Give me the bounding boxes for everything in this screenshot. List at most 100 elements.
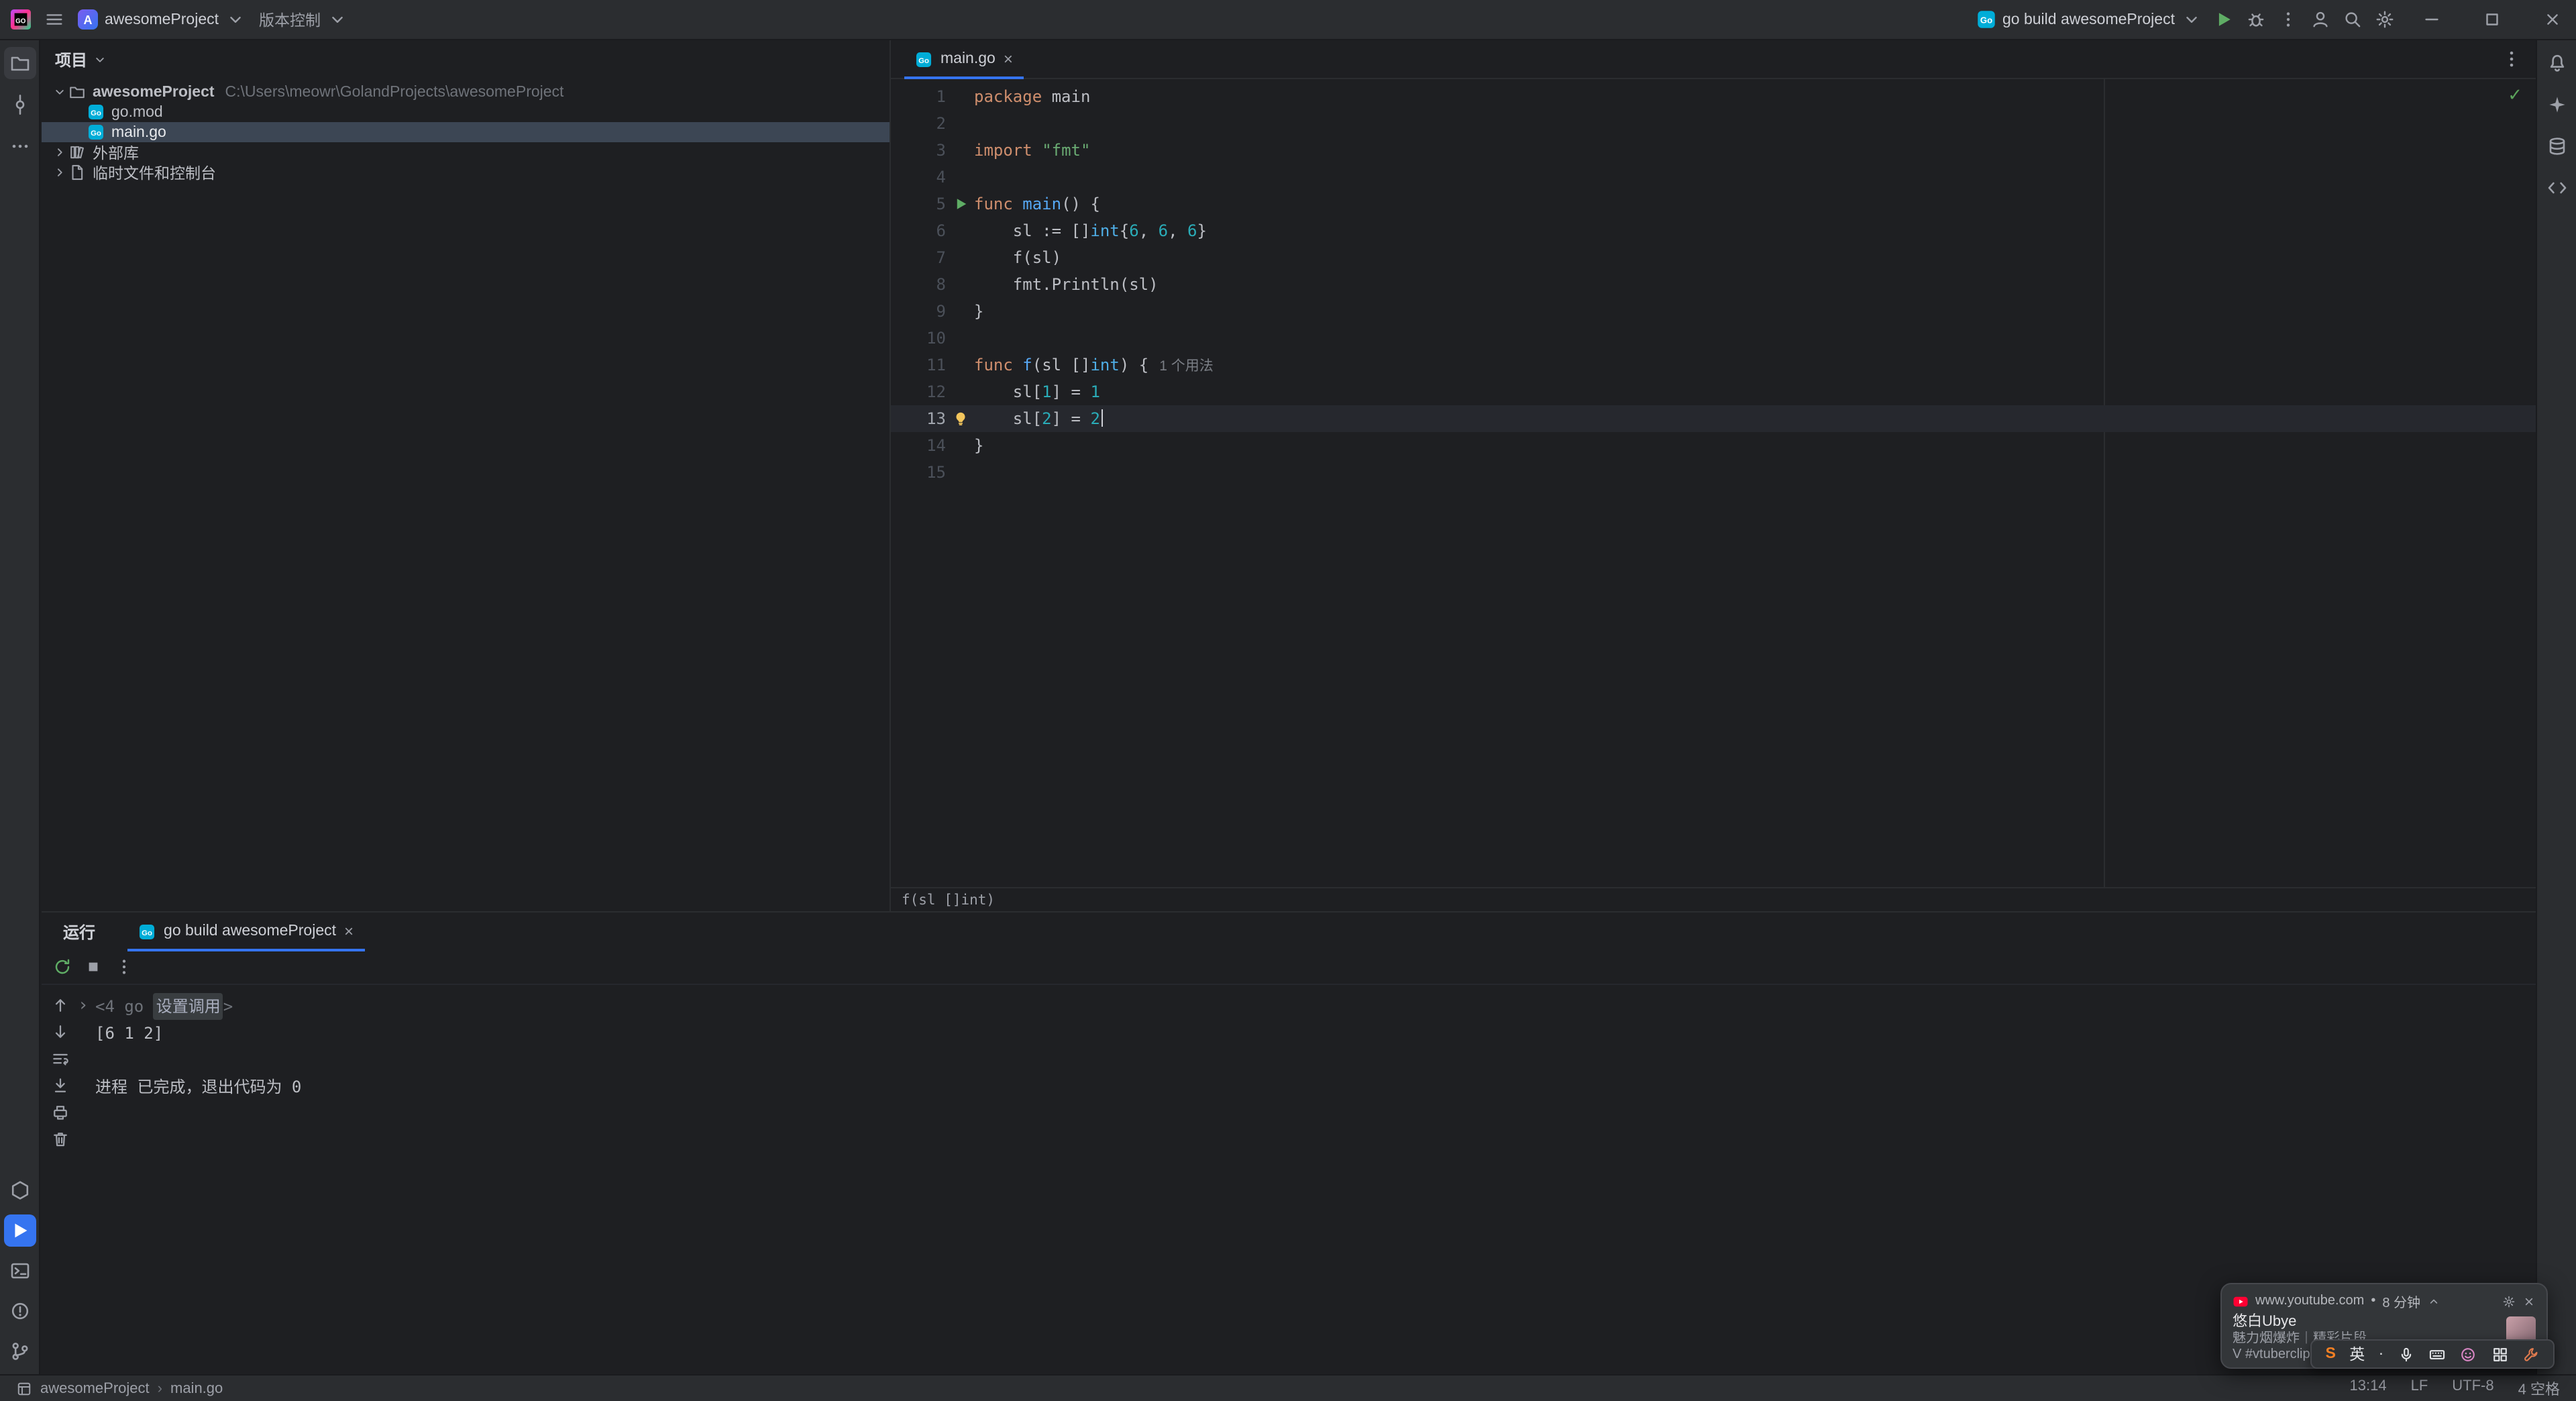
text-caret <box>1101 409 1104 427</box>
tree-item-awesomeProject[interactable]: awesomeProject C:\Users\meowr\GolandProje… <box>42 82 890 102</box>
console-lines[interactable]: › <4 go 设置调用 > [6 1 2] 进程 已完成，退出代码为 0 <box>78 985 2536 1374</box>
code-line[interactable]: 1 package main <box>891 83 2536 110</box>
app-grid-icon[interactable] <box>2491 1345 2508 1363</box>
settings-gear-icon[interactable] <box>2375 9 2395 30</box>
next-occurrence-icon[interactable] <box>51 1023 70 1041</box>
notification-close-icon[interactable] <box>2522 1294 2536 1308</box>
tree-item-main-go[interactable]: Go main.go <box>42 122 890 142</box>
stop-icon[interactable] <box>83 957 103 977</box>
file-encoding[interactable]: UTF-8 <box>2452 1378 2493 1399</box>
code-line[interactable]: 5 func main() { <box>891 191 2536 217</box>
tool-button-project[interactable] <box>3 47 36 79</box>
go-config-icon: Go <box>1976 9 1996 30</box>
window-minimize-button[interactable] <box>2407 0 2455 40</box>
code-area[interactable]: ✓ 1 package main 2 3 import "fmt" 4 5 func main… <box>891 79 2536 887</box>
scroll-to-end-icon[interactable] <box>51 1076 70 1095</box>
search-everywhere-icon[interactable] <box>2343 9 2363 30</box>
code-line[interactable]: 15 <box>891 459 2536 486</box>
tab-main-go[interactable]: Go main.go × <box>902 40 1026 79</box>
window-close-button[interactable] <box>2528 0 2576 40</box>
run-panel-title[interactable]: 运行 <box>63 920 95 943</box>
run-tab-go-build[interactable]: Go go build awesomeProject × <box>125 913 367 951</box>
tree-item-label: go.mod <box>111 104 163 120</box>
more-actions-icon[interactable] <box>2278 9 2298 30</box>
tree-item-label: 外部库 <box>93 146 139 162</box>
tool-button-version-control[interactable] <box>3 1335 36 1367</box>
code-line[interactable]: 9} <box>891 298 2536 325</box>
tool-button-ai-assistant[interactable] <box>2540 89 2573 121</box>
keyboard-icon[interactable] <box>2428 1345 2446 1363</box>
tool-button-services[interactable] <box>3 1174 36 1206</box>
vcs-menu[interactable]: 版本控制 <box>259 9 347 30</box>
run-tab-close-icon[interactable]: × <box>344 923 354 939</box>
run-config-selector[interactable]: Go go build awesomeProject <box>1976 9 2202 30</box>
editor-context-breadcrumb[interactable]: f(sl []int) <box>891 887 2536 911</box>
code-line[interactable]: 7 f(sl) <box>891 244 2536 271</box>
statusbar-file[interactable]: main.go <box>170 1380 223 1396</box>
code-line[interactable]: 10 <box>891 325 2536 352</box>
tool-button-run[interactable] <box>3 1214 36 1247</box>
separator-dot[interactable]: · <box>2379 1346 2384 1362</box>
line-separator[interactable]: LF <box>2411 1378 2428 1399</box>
mic-icon[interactable] <box>2398 1345 2415 1363</box>
print-icon[interactable] <box>51 1103 70 1122</box>
tool-button-database[interactable] <box>2540 130 2573 162</box>
prev-occurrence-icon[interactable] <box>51 996 70 1015</box>
tool-button-problems[interactable] <box>3 1295 36 1327</box>
tool-button-notifications[interactable] <box>2540 47 2573 79</box>
clear-console-icon[interactable] <box>51 1130 70 1149</box>
lang-toggle[interactable]: 英 <box>2349 1343 2365 1365</box>
intention-bulb-icon[interactable] <box>952 411 968 427</box>
project-selector[interactable]: A awesomeProject <box>78 9 246 30</box>
chevron-right-icon[interactable] <box>50 164 68 180</box>
code-line[interactable]: 13 sl[2] = 2 <box>891 405 2536 432</box>
chevron-up-icon[interactable] <box>2427 1294 2440 1308</box>
code-line[interactable]: 2 <box>891 110 2536 137</box>
more-tool-windows-icon <box>9 136 30 157</box>
soft-wrap-icon[interactable] <box>51 1049 70 1068</box>
line-number: 13 <box>926 409 946 428</box>
tab-label: main.go <box>941 51 996 67</box>
tool-button-more-tool-windows[interactable] <box>3 130 36 162</box>
chevron-right-icon[interactable] <box>50 144 68 160</box>
code-line[interactable]: 6 sl := []int{6, 6, 6} <box>891 217 2536 244</box>
sogou-logo[interactable]: S <box>2325 1346 2335 1362</box>
svg-text:Go: Go <box>918 56 929 64</box>
tab-close-icon[interactable]: × <box>1004 51 1013 67</box>
indent-setting[interactable]: 4 空格 <box>2518 1378 2560 1399</box>
statusbar-project[interactable]: awesomeProject <box>40 1380 150 1396</box>
window-maximize-button[interactable] <box>2467 0 2516 40</box>
debug-button[interactable] <box>2246 9 2266 30</box>
goland-logo-icon: GO <box>11 9 31 30</box>
main-menu-icon[interactable] <box>44 9 64 30</box>
user-account-icon[interactable] <box>2310 9 2330 30</box>
tree-item-go-mod[interactable]: Go go.mod <box>42 102 890 122</box>
run-button[interactable] <box>2214 9 2234 30</box>
tree-item-scratches[interactable]: 临时文件和控制台 <box>42 162 890 183</box>
vcs-label: 版本控制 <box>259 13 321 29</box>
chevron-down-icon[interactable] <box>50 84 68 100</box>
tree-item-external-libraries[interactable]: 外部库 <box>42 142 890 162</box>
tool-button-terminal[interactable] <box>3 1255 36 1287</box>
run-gutter-icon[interactable] <box>952 196 968 212</box>
notification-settings-icon[interactable] <box>2502 1294 2516 1308</box>
run-more-options-icon[interactable] <box>114 957 134 977</box>
code-line[interactable]: 12 sl[1] = 1 <box>891 378 2536 405</box>
code-line[interactable]: 4 <box>891 164 2536 191</box>
fold-arrow-icon[interactable]: › <box>78 993 89 1020</box>
code-line[interactable]: 11 func f(sl []int) {1 个用法 <box>891 352 2536 378</box>
chevron-down-icon <box>327 9 347 30</box>
code-line[interactable]: 14} <box>891 432 2536 459</box>
cursor-position[interactable]: 13:14 <box>2350 1378 2387 1399</box>
emoji-icon[interactable] <box>2460 1345 2477 1363</box>
rerun-icon[interactable] <box>52 957 72 977</box>
toolbox-icon[interactable] <box>2522 1345 2540 1363</box>
tool-button-commit[interactable] <box>3 89 36 121</box>
gofile-icon: Go <box>87 123 105 141</box>
tool-button-endpoints[interactable] <box>2540 172 2573 204</box>
tab-options-icon[interactable] <box>2501 48 2522 70</box>
project-panel-header[interactable]: 项目 <box>42 40 890 78</box>
code-line[interactable]: 3 import "fmt" <box>891 137 2536 164</box>
code-line[interactable]: 8 fmt.Println(sl) <box>891 271 2536 298</box>
line-number: 6 <box>936 221 946 240</box>
